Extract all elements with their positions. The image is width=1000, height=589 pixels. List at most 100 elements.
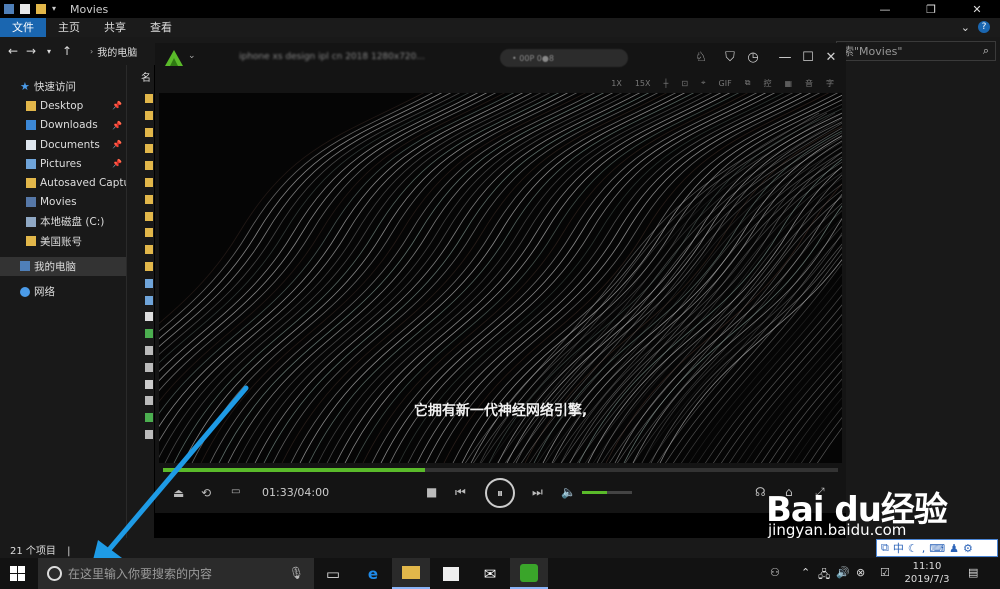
help-icon[interactable]: ? [978,21,990,33]
sidebar-item-pictures[interactable]: Pictures 📌 [0,154,126,173]
file-icon[interactable] [145,278,153,288]
back-button[interactable]: ← [4,44,22,58]
file-icon[interactable] [145,127,153,137]
ime-mode[interactable]: 中 [893,540,904,556]
ime-settings-icon[interactable]: ⚙ [963,542,973,555]
file-icon[interactable] [145,312,153,322]
player-tool-10[interactable]: 字 [826,78,834,89]
file-icon[interactable] [145,228,153,238]
player-menu-chevron-icon[interactable]: ⌄ [188,51,196,61]
notification-center-icon[interactable]: ▤ [968,566,978,579]
file-icon[interactable] [145,178,153,187]
checkbox-tray-icon[interactable]: ☑ [880,566,890,579]
shop-icon[interactable]: ⛉ [722,50,738,66]
sidebar-item-desktop[interactable]: Desktop 📌 [0,96,126,115]
sidebar-item-local-disk[interactable]: 本地磁盘 (C:) [0,212,126,231]
file-icon[interactable] [145,295,153,305]
sidebar-item-us-account[interactable]: 美国账号 [0,231,126,250]
restore-button[interactable]: ❐ [908,0,954,18]
up-button[interactable]: ↑ [58,44,76,58]
player-tool-9[interactable]: 音 [805,78,813,89]
file-icon[interactable] [145,362,153,372]
ime-punct-icon[interactable]: , [922,542,926,555]
file-icon[interactable] [145,110,153,120]
pause-button[interactable]: ⏸ [485,478,515,508]
sidebar-item-this-pc[interactable]: 我的电脑 [0,256,126,276]
player-minimize-icon[interactable]: — [777,50,793,66]
player-tool-3[interactable]: ⊡ [681,79,688,88]
address-bar[interactable]: › 我的电脑 [86,41,137,61]
taskbar-search-input[interactable]: 在这里输入你要搜索的内容 🎙 [38,558,314,589]
history-icon[interactable]: ◷ [745,50,761,66]
player-tool-5[interactable]: GIF [719,79,732,88]
file-icon[interactable] [145,194,153,204]
file-explorer-icon[interactable] [392,558,430,589]
previous-button[interactable]: ⏮ [455,485,466,500]
taskbar-clock[interactable]: 11:10 2019/7/3 [902,560,952,586]
speaker-icon[interactable]: 🔊 [836,566,850,579]
file-icon[interactable] [145,94,153,103]
search-input[interactable]: 索"Movies" ⌕ [836,41,996,61]
recent-locations-icon[interactable]: ▾ [40,47,58,56]
seek-bar[interactable] [163,468,838,472]
sidebar-item-movies[interactable]: Movies [0,193,126,212]
next-button[interactable]: ⏭ [532,485,543,500]
ime-tray-icon[interactable]: ⊗ [856,566,865,579]
windows-start-icon[interactable] [10,566,25,581]
file-icon[interactable] [145,346,153,355]
sidebar-item-quick-access[interactable]: ★ 快速访问 [0,77,126,96]
player-tool-7[interactable]: 控 [763,78,771,89]
ime-skin-icon[interactable]: ♟ [949,542,959,555]
player-logo-icon[interactable] [163,48,185,68]
player-tool-8[interactable]: ▦ [784,79,792,88]
player-tool-0[interactable]: 1X [611,79,622,88]
file-icon[interactable] [145,211,153,221]
skin-icon[interactable]: ♘ [693,50,709,66]
player-tool-6[interactable]: ⧉ [745,78,751,88]
stop-button[interactable]: ■ [426,485,437,499]
forward-button[interactable]: → [22,44,40,58]
sidebar-item-documents[interactable]: Documents 📌 [0,135,126,154]
breadcrumb[interactable]: 我的电脑 [97,44,137,59]
player-tool-4[interactable]: ⌖ [701,78,706,88]
tab-home[interactable]: 主页 [46,18,92,37]
quick-access-dropdown-icon[interactable]: ▾ [52,4,62,14]
mail-icon[interactable]: ✉ [471,558,509,589]
file-icon[interactable] [145,329,153,339]
tab-view[interactable]: 查看 [138,18,184,37]
player-tool-2[interactable]: ┼ [664,79,669,88]
ime-moon-icon[interactable]: ☾ [908,542,918,555]
tab-share[interactable]: 共享 [92,18,138,37]
minimize-button[interactable]: — [862,0,908,18]
network-tray-icon[interactable]: 🖧 [818,566,830,585]
file-icon[interactable] [145,262,153,271]
new-folder-icon[interactable] [36,4,46,14]
sidebar-item-autosaved[interactable]: Autosaved Capture [0,173,126,192]
ime-keyboard-icon[interactable]: ⌨ [929,542,945,555]
volume-slider[interactable] [582,491,632,494]
file-icon[interactable] [145,245,153,255]
close-button[interactable]: ✕ [954,0,1000,18]
clean-icon[interactable]: ☊ [755,485,766,499]
store-icon[interactable] [432,558,470,589]
microphone-icon[interactable]: 🎙 [289,566,304,580]
properties-icon[interactable] [20,4,30,14]
sidebar-item-network[interactable]: 网络 [0,282,126,301]
people-icon[interactable]: ⚇ [770,566,780,579]
column-header-name[interactable]: 名 [127,65,154,84]
ribbon-expand-icon[interactable]: ⌄ [961,21,970,34]
tab-file[interactable]: 文件 [0,18,46,37]
video-player-taskbar-icon[interactable] [510,558,548,589]
file-icon[interactable] [145,161,153,171]
volume-icon[interactable]: 🔈 [561,485,576,499]
file-icon[interactable] [145,144,153,154]
player-tool-1[interactable]: 15X [635,79,651,88]
quality-badge[interactable]: • 00P 0●8 [500,49,628,67]
edge-browser-icon[interactable]: e [354,558,392,589]
ime-toolbar[interactable]: ⧉ 中 ☾ , ⌨ ♟ ⚙ [876,539,998,557]
player-close-icon[interactable]: ✕ [823,50,839,66]
player-maximize-icon[interactable]: ☐ [800,50,816,66]
task-view-icon[interactable]: ▭ [314,558,352,589]
show-hidden-icons-icon[interactable]: ⌃ [801,566,810,579]
sidebar-item-downloads[interactable]: Downloads 📌 [0,116,126,135]
